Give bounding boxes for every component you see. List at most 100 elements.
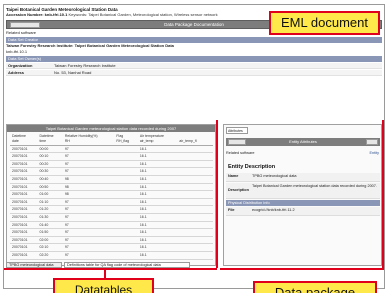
table-cell <box>177 183 208 192</box>
table-cell: 01:20 <box>37 205 63 214</box>
table-cell <box>207 221 213 230</box>
table-cell <box>114 243 138 252</box>
entity-name-value: TPBG meteorological data <box>252 174 297 178</box>
table-cell: 97 <box>62 221 115 230</box>
table-cell: 02:00 <box>37 236 63 245</box>
table-cell: 20070101 <box>10 251 38 260</box>
table-cell <box>114 198 138 207</box>
column-header[interactable] <box>207 138 213 146</box>
entity-file-row: File ecogrid://knb/knb-tfri.11.2 <box>226 207 380 216</box>
entity-file-key: File <box>228 208 235 212</box>
table-cell: 00:10 <box>37 152 63 161</box>
entity-panel: Attributes Entity Attributes Related sof… <box>223 124 382 266</box>
table-cell: 97 <box>62 213 115 222</box>
table-cell: 16.1 <box>137 236 178 245</box>
column-header[interactable]: time <box>37 138 63 146</box>
table-row: 20070101 01:50 97 16.1 <box>10 228 213 237</box>
entity-toolbar-title: Entity Attributes <box>289 139 317 144</box>
table-cell <box>114 221 138 230</box>
tab-attributes[interactable]: Attributes <box>226 127 248 134</box>
table-cell <box>114 183 138 192</box>
table-cell: 97 <box>62 236 115 245</box>
table-row: 20070101 00:10 97 16.1 <box>10 152 213 161</box>
table-cell: 98 <box>62 190 115 199</box>
table-cell <box>207 243 213 252</box>
table-cell: 97 <box>62 251 115 260</box>
column-header[interactable]: air_temp_fl <box>177 138 208 146</box>
table-cell <box>114 251 138 260</box>
table-cell <box>177 213 208 222</box>
table-cell <box>114 190 138 199</box>
table-row: 20070101 01:10 97 16.1 <box>10 198 213 207</box>
related-software-link[interactable]: Related software <box>6 30 36 35</box>
table-row: 20070101 00:40 98 16.1 <box>10 175 213 184</box>
table-cell: 00:30 <box>37 167 63 176</box>
table-cell: 00:00 <box>37 145 63 154</box>
table-cell: 20070101 <box>10 160 38 169</box>
table-cell: 16.1 <box>137 251 178 260</box>
table-row: 20070101 01:20 97 16.1 <box>10 205 213 214</box>
entity-description-row: Description Taipei Botanical Garden mete… <box>226 183 380 199</box>
table-cell: 01:00 <box>37 190 63 199</box>
table-cell: 20070101 <box>10 145 38 154</box>
entity-name-key: Name <box>228 174 239 178</box>
table-cell <box>177 251 208 260</box>
column-header[interactable]: RH <box>62 138 115 146</box>
address-value: No. 53, Nanhai Road <box>54 70 92 75</box>
datatable-body: date time RH RH_flag air_temp air_temp_f… <box>10 138 213 260</box>
table-row: 20070101 00:20 97 16.1 <box>10 160 213 169</box>
entity-related-row: Related software Entity <box>226 150 380 156</box>
entity-toolbar: Entity Attributes <box>226 138 380 146</box>
section-physical-distribution: Physical Distribution Info <box>226 200 380 206</box>
table-cell <box>207 190 213 199</box>
table-cell: 20070101 <box>10 190 38 199</box>
table-cell: 00:50 <box>37 183 63 192</box>
table-cell: 00:20 <box>37 160 63 169</box>
table-cell: 16.1 <box>137 175 178 184</box>
table-cell: 16.1 <box>137 152 178 161</box>
annotation-divider-right <box>382 120 384 270</box>
entity-description-heading: Entity Description <box>228 164 276 170</box>
table-cell: 20070101 <box>10 228 38 237</box>
datatable-panel: Taipei Botanical Garden meteorological s… <box>6 124 216 266</box>
table-row: 20070101 01:40 97 16.1 <box>10 221 213 230</box>
table-cell: 00:40 <box>37 175 63 184</box>
table-cell: 97 <box>62 160 115 169</box>
table-cell <box>207 213 213 222</box>
table-cell <box>177 221 208 230</box>
table-cell <box>177 198 208 207</box>
table-cell <box>177 175 208 184</box>
table-cell: 16.1 <box>137 183 178 192</box>
table-cell <box>114 175 138 184</box>
table-row: 20070101 01:30 97 16.1 <box>10 213 213 222</box>
table-cell: 97 <box>62 205 115 214</box>
entity-related-software-link[interactable]: Related software <box>226 151 255 155</box>
entity-action-button[interactable] <box>366 139 378 145</box>
table-cell <box>177 205 208 214</box>
table-cell: 20070101 <box>10 183 38 192</box>
table-cell <box>207 152 213 161</box>
table-cell <box>114 228 138 237</box>
column-header[interactable]: date <box>10 138 38 146</box>
table-cell <box>207 160 213 169</box>
table-cell: 97 <box>62 243 115 252</box>
table-cell: 16.1 <box>137 198 178 207</box>
column-header[interactable]: RH_flag <box>114 138 138 146</box>
table-cell: 20070101 <box>10 167 38 176</box>
table-cell <box>207 251 213 260</box>
table-cell: 20070101 <box>10 198 38 207</box>
entity-file-value[interactable]: ecogrid://knb/knb-tfri.11.2 <box>252 208 378 213</box>
table-cell <box>207 228 213 237</box>
table-cell <box>177 160 208 169</box>
table-cell: 20070101 <box>10 243 38 252</box>
table-cell <box>207 167 213 176</box>
accession-number: Accession Number: knb-tfri.10.1 <box>6 12 68 17</box>
table-cell <box>207 236 213 245</box>
table-cell <box>207 175 213 184</box>
column-header[interactable]: air_temp <box>137 138 178 146</box>
organization-row: Organization Taiwan Forestry Research In… <box>6 63 382 69</box>
table-cell: 01:30 <box>37 213 63 222</box>
table-row: 20070101 02:00 97 16.1 <box>10 236 213 245</box>
table-cell: 20070101 <box>10 175 38 184</box>
entity-entity-link[interactable]: Entity <box>370 150 380 156</box>
